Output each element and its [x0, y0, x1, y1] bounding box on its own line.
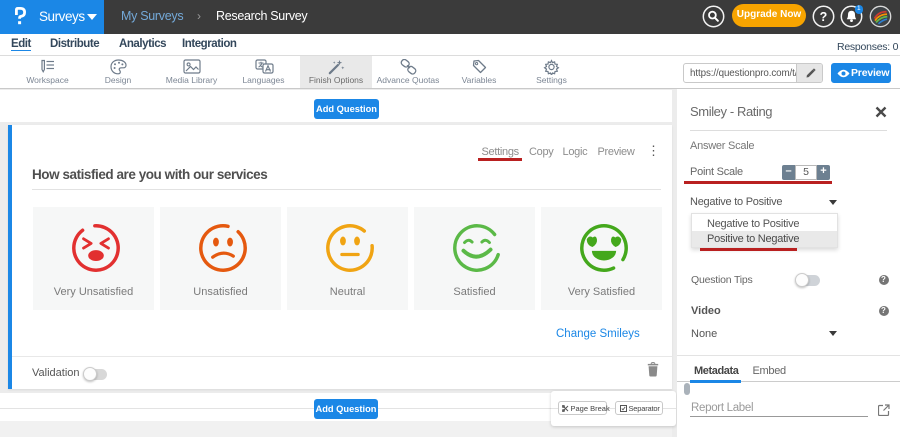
svg-text:?: ?	[820, 10, 828, 24]
